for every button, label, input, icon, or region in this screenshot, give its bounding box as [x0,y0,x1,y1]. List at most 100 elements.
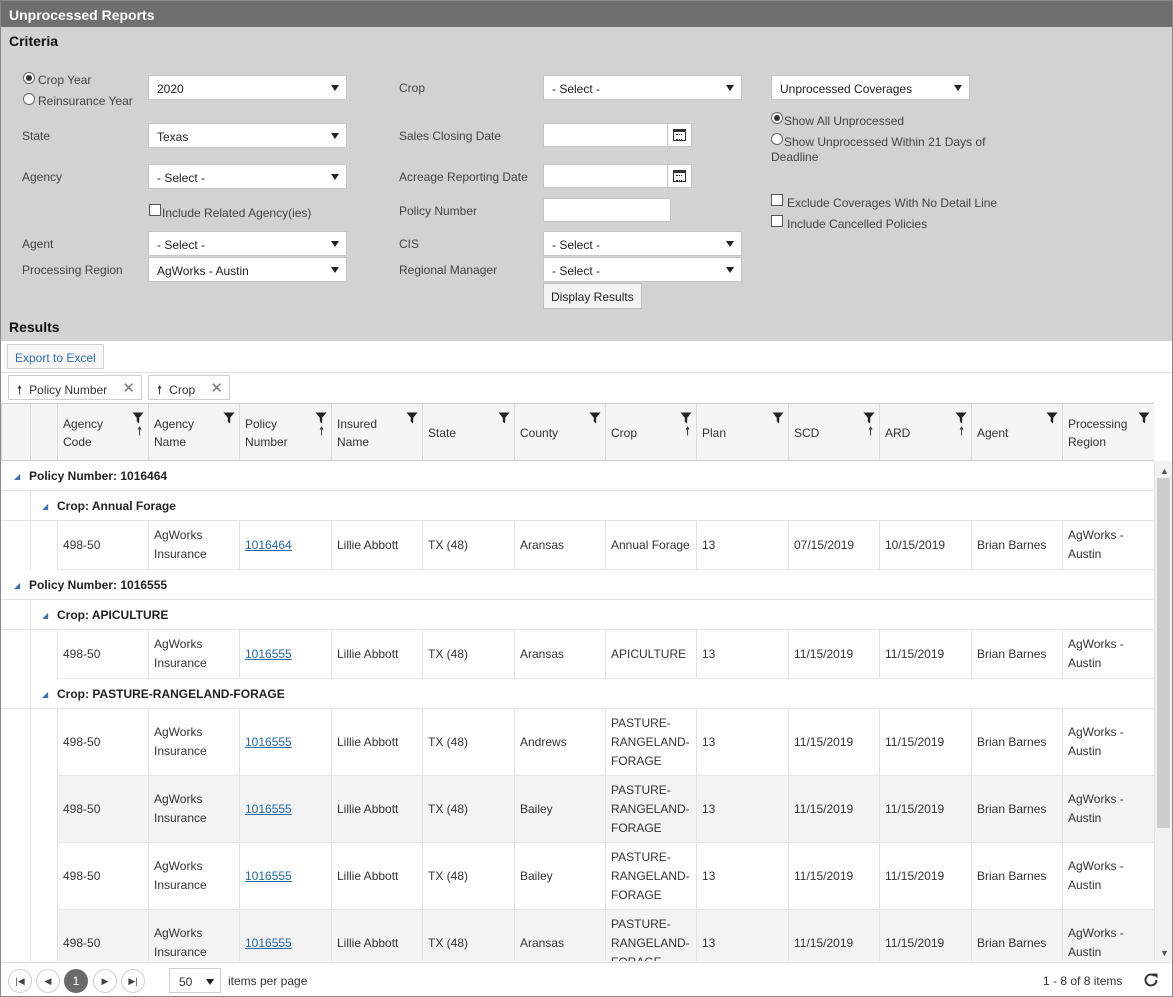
column-header[interactable]: Insured Name [331,404,422,461]
policy-number-link[interactable]: 1016555 [245,645,292,664]
filter-icon[interactable] [772,412,784,424]
scroll-down-icon[interactable]: ▼ [1160,948,1169,958]
filter-icon[interactable] [1046,412,1058,424]
group-row[interactable]: ◢ Policy Number: 1016555 [1,570,1154,600]
column-header[interactable]: Policy Number 🠕 [239,404,331,461]
policy-number-link[interactable]: 1016555 [245,867,292,886]
close-icon[interactable]: ✕ [122,379,135,397]
sales-closing-date-input[interactable] [543,123,692,147]
column-header[interactable]: ARD 🠕 [879,404,971,461]
table-cell[interactable]: 1016555 [239,630,331,678]
group-chip-policy-number[interactable]: 🠕 Policy Number ✕ [8,375,142,400]
filter-icon[interactable] [132,412,144,424]
reinsurance-year-radio[interactable] [23,93,35,105]
group-label: Policy Number: 1016464 [29,469,168,483]
table-cell[interactable]: 1016555 [239,709,331,775]
group-row[interactable]: ◢ Crop: APICULTURE [1,600,1154,630]
prev-page-button[interactable]: ◀ [36,969,60,993]
agency-value: - Select - [157,171,206,185]
collapse-arrow-icon[interactable]: ◢ [42,502,48,511]
cell-value: AgWorks Insurance [154,792,207,825]
table-row[interactable]: 498-50 AgWorks Insurance 1016555 Lillie Abb… [57,910,1154,961]
table-cell[interactable]: 1016555 [239,776,331,842]
policy-number-link[interactable]: 1016555 [245,800,292,819]
column-header[interactable]: Crop 🠕 [605,404,696,461]
table-cell[interactable]: 1016555 [239,843,331,909]
year-select[interactable]: 2020 [148,75,347,100]
filter-icon[interactable] [863,412,875,424]
acreage-reporting-date-input[interactable] [543,164,692,188]
scroll-thumb[interactable] [1157,478,1170,828]
filter-icon[interactable] [406,412,418,424]
table-row[interactable]: 498-50 AgWorks Insurance 1016555 Lillie Abb… [57,843,1154,910]
column-header[interactable]: County [514,404,605,461]
filter-icon[interactable] [1138,412,1150,424]
collapse-arrow-icon[interactable]: ◢ [42,611,48,620]
policy-number-input[interactable] [543,198,671,222]
last-page-button[interactable]: ▶| [121,969,145,993]
filter-icon[interactable] [498,412,510,424]
export-to-excel-button[interactable]: Export to Excel [7,344,104,369]
indent-guide [30,776,31,843]
chevron-down-icon [206,979,214,985]
filter-icon[interactable] [315,412,327,424]
column-header[interactable]: SCD 🠕 [788,404,879,461]
include-cancelled-checkbox[interactable] [771,215,783,227]
indent-guide [57,776,58,843]
show-all-unprocessed-radio[interactable] [771,112,783,124]
group-row[interactable]: ◢ Crop: PASTURE-RANGELAND-FORAGE [1,679,1154,709]
column-header[interactable]: Agency Name [148,404,239,461]
exclude-no-detail-checkbox[interactable] [771,194,783,206]
column-header[interactable]: Agency Code 🠕 [57,404,148,461]
column-header[interactable]: State [422,404,514,461]
close-icon[interactable]: ✕ [210,379,223,397]
policy-number-link[interactable]: 1016555 [245,733,292,752]
table-cell[interactable]: 1016464 [239,521,331,569]
cell-value: 11/15/2019 [885,868,945,883]
include-related-agencies-checkbox[interactable] [149,204,161,216]
calendar-icon[interactable] [667,165,691,187]
cell-value: TX (48) [428,646,469,661]
policy-number-link[interactable]: 1016464 [245,536,292,555]
table-row[interactable]: 498-50 AgWorks Insurance 1016555 Lillie Abb… [57,709,1154,776]
column-header[interactable]: Plan [696,404,788,461]
filter-icon[interactable] [680,412,692,424]
crop-year-radio[interactable] [23,72,35,84]
processing-region-select[interactable]: AgWorks - Austin [148,257,347,282]
collapse-arrow-icon[interactable]: ◢ [14,472,20,481]
filter-icon[interactable] [589,412,601,424]
group-chip-crop[interactable]: 🠕 Crop ✕ [148,375,230,400]
filter-icon[interactable] [223,412,235,424]
policy-number-link[interactable]: 1016555 [245,934,292,953]
current-page-button[interactable]: 1 [64,969,88,993]
page-size-select[interactable]: 50 [169,968,221,993]
cis-select[interactable]: - Select - [543,231,742,256]
table-row[interactable]: 498-50 AgWorks Insurance 1016464 Lillie Abb… [57,521,1154,570]
next-page-button[interactable]: ▶ [93,969,117,993]
filter-icon[interactable] [955,412,967,424]
column-header-label: Plan [702,425,727,440]
regional-manager-select[interactable]: - Select - [543,257,742,282]
agency-select[interactable]: - Select - [148,164,347,189]
column-header[interactable]: Agent [971,404,1062,461]
collapse-arrow-icon[interactable]: ◢ [42,690,48,699]
collapse-arrow-icon[interactable]: ◢ [14,581,20,590]
table-row[interactable]: 498-50 AgWorks Insurance 1016555 Lillie Abb… [57,630,1154,679]
table-cell: Aransas [514,521,605,569]
group-row[interactable]: ◢ Crop: Annual Forage [1,491,1154,521]
vertical-scrollbar[interactable]: ▲ ▼ [1154,461,1172,961]
agent-select[interactable]: - Select - [148,231,347,256]
state-select[interactable]: Texas [148,123,347,148]
coverage-type-select[interactable]: Unprocessed Coverages [771,75,970,100]
table-row[interactable]: 498-50 AgWorks Insurance 1016555 Lillie Abb… [57,776,1154,843]
column-header[interactable]: Processing Region [1062,404,1154,461]
refresh-icon[interactable] [1142,971,1160,989]
group-row[interactable]: ◢ Policy Number: 1016464 [1,461,1154,491]
chevron-down-icon [331,174,339,180]
crop-select[interactable]: - Select - [543,75,742,100]
display-results-button[interactable]: Display Results [543,283,642,309]
calendar-icon[interactable] [667,124,691,146]
scroll-up-icon[interactable]: ▲ [1160,466,1169,476]
first-page-button[interactable]: |◀ [8,969,32,993]
table-cell[interactable]: 1016555 [239,910,331,961]
